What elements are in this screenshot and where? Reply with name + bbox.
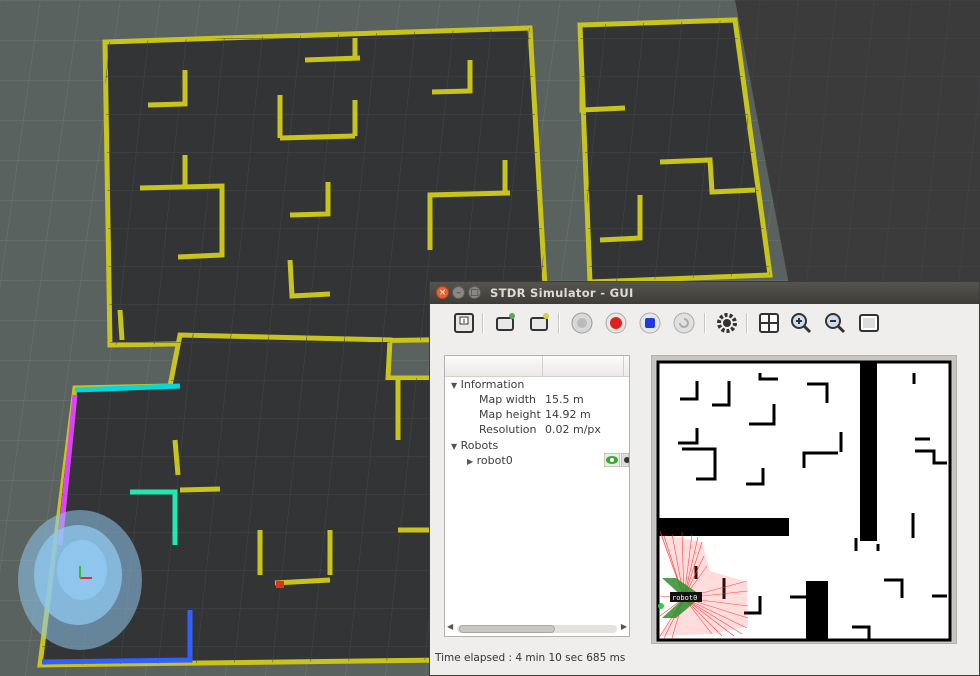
robot-label: robot0 xyxy=(672,594,697,602)
info-tree[interactable]: ▼ Information Map width 15.5 m Map heigh… xyxy=(444,355,630,637)
map-view-frame[interactable]: robot0 xyxy=(651,355,957,644)
information-label: Information xyxy=(460,378,525,391)
horizontal-scrollbar[interactable]: ◀ ▶ xyxy=(447,622,627,634)
record-icon[interactable] xyxy=(604,311,628,335)
map-view[interactable]: robot0 xyxy=(652,356,956,643)
tree-item-information[interactable]: ▼ Information xyxy=(451,377,524,392)
collapse-arrow-icon[interactable]: ▼ xyxy=(451,442,457,451)
toolbar-separator xyxy=(482,313,484,333)
close-icon: × xyxy=(438,288,447,298)
stop-icon[interactable] xyxy=(638,311,662,335)
grid-icon[interactable] xyxy=(757,311,781,335)
window-title: STDR Simulator - GUI xyxy=(490,286,634,300)
tree-header-col-2[interactable] xyxy=(543,356,624,376)
robot-name: robot0 xyxy=(476,454,513,467)
info-row: Resolution xyxy=(479,422,536,437)
tree-header xyxy=(445,356,629,377)
add-rfid-icon[interactable] xyxy=(527,311,551,335)
info-key: Resolution xyxy=(479,423,537,436)
robot-marker[interactable] xyxy=(658,603,664,609)
minimize-icon: – xyxy=(456,288,461,298)
toolbar-separator xyxy=(746,313,748,333)
info-value: 0.02 m/px xyxy=(545,423,601,436)
particle-cloud xyxy=(18,510,142,650)
toolbar-separator xyxy=(558,313,560,333)
info-value: 15.5 m xyxy=(545,393,584,406)
scroll-thumb[interactable] xyxy=(459,625,555,633)
tree-item-robots[interactable]: ▼ Robots xyxy=(451,438,498,453)
status-bar: Time elapsed : 4 min 10 sec 685 ms xyxy=(435,652,626,664)
adjust-view-icon[interactable] xyxy=(857,311,881,335)
visibility-eye-icon[interactable] xyxy=(604,453,620,467)
info-key: Map height xyxy=(479,408,541,421)
add-robot-icon[interactable] xyxy=(493,311,517,335)
title-bar[interactable]: × – □ STDR Simulator - GUI xyxy=(430,282,979,304)
secondary-eye-icon[interactable] xyxy=(621,453,629,467)
zoom-out-icon[interactable] xyxy=(823,311,847,335)
scroll-left-icon[interactable]: ◀ xyxy=(447,622,453,631)
stdr-gui-window[interactable]: × – □ STDR Simulator - GUI ▼ Information… xyxy=(429,281,980,676)
scroll-right-icon[interactable]: ▶ xyxy=(621,622,627,631)
robots-label: Robots xyxy=(460,439,499,452)
zoom-in-icon[interactable] xyxy=(789,311,813,335)
toolbar-separator xyxy=(704,313,706,333)
info-value: 14.92 m xyxy=(545,408,591,421)
tree-item-robot0[interactable]: ▶ robot0 xyxy=(467,453,513,468)
maximize-button[interactable]: □ xyxy=(468,286,481,299)
expand-arrow-icon[interactable]: ▶ xyxy=(467,457,473,466)
minimize-button[interactable]: – xyxy=(452,286,465,299)
info-key: Map width xyxy=(479,393,537,406)
maximize-icon: □ xyxy=(470,288,479,298)
goal-marker xyxy=(276,581,284,588)
toolbar xyxy=(430,305,979,341)
robot-config-icon[interactable] xyxy=(570,311,594,335)
settings-icon[interactable] xyxy=(715,311,739,335)
replay-icon[interactable] xyxy=(672,311,696,335)
save-map-icon[interactable] xyxy=(452,311,476,335)
tree-header-col-1[interactable] xyxy=(445,356,543,376)
close-button[interactable]: × xyxy=(436,286,449,299)
info-row: Map height xyxy=(479,407,541,422)
info-row: Map width xyxy=(479,392,536,407)
collapse-arrow-icon[interactable]: ▼ xyxy=(451,381,457,390)
